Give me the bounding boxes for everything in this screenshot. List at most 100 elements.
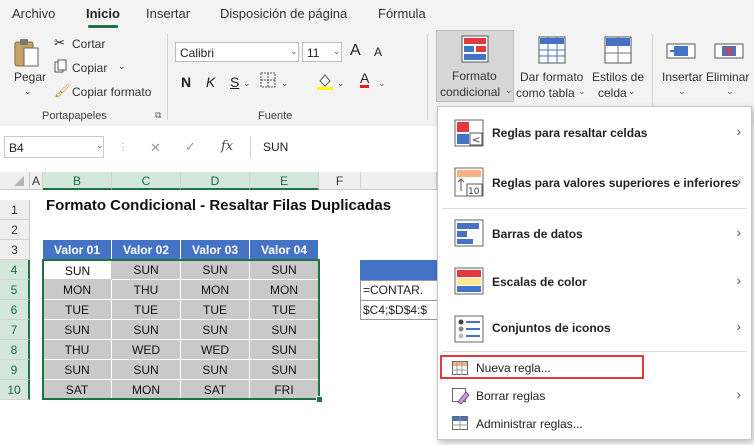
chevron-down-icon[interactable]: ⌄ [337,78,345,89]
menu-item-data-bars[interactable]: Barras de datos › [438,209,751,257]
tab-formula[interactable]: Fórmula [378,6,426,21]
name-box[interactable]: B4 [4,136,104,158]
chevron-down-icon[interactable]: ⌄ [378,78,386,89]
tab-disposicion[interactable]: Disposición de página [220,6,347,21]
column-header[interactable] [361,172,437,190]
chevron-down-icon[interactable]: ⌄ [333,46,341,57]
column-header[interactable]: A [30,172,43,190]
insert-cells-button[interactable]: Insertar [662,70,703,84]
grow-font-icon[interactable]: A [350,42,361,60]
chevron-down-icon[interactable]: ⌄ [290,46,298,57]
column-header[interactable]: F [319,172,361,190]
splitter-dots-icon[interactable]: ⋮ [118,142,128,153]
clear-rules-icon [452,388,470,407]
menu-item-label: Barras de datos [492,227,583,241]
menu-item-label: Administrar reglas... [476,417,583,431]
row-header[interactable]: 2 [0,220,30,240]
chevron-right-icon: › [736,224,741,240]
top-bottom-icon: 10 [454,167,484,200]
dialog-launcher-icon[interactable]: ⧉ [155,110,161,121]
chevron-down-icon[interactable]: ⌄ [96,140,104,151]
insert-cells-icon[interactable] [666,38,696,67]
conditional-format-button[interactable]: Formato condicional ⌄ [436,30,514,102]
paste-icon[interactable] [12,36,42,72]
chevron-down-icon[interactable]: ⌄ [243,78,251,89]
selection-range [42,259,320,400]
scissors-icon[interactable]: ✂ [54,35,65,51]
menu-item-clear-rules[interactable]: Borrar reglas › [438,383,751,409]
paste-button[interactable]: Pegar [14,70,46,84]
menu-item-color-scales[interactable]: Escalas de color › [438,257,751,305]
table-header-cell[interactable]: Valor 02 [112,240,181,260]
table-format-label-2[interactable]: como tabla [516,86,575,100]
table-format-label-1[interactable]: Dar formato [520,70,583,84]
table-header-cell[interactable]: Valor 03 [181,240,250,260]
name-box-value: B4 [9,141,24,155]
fill-color-icon[interactable] [316,72,334,93]
column-header[interactable]: C [112,172,181,190]
bold-button[interactable]: N [181,74,191,90]
tab-inicio[interactable]: Inicio [86,6,120,21]
menu-item-new-rule[interactable]: Nueva regla... [438,355,751,381]
chevron-down-icon[interactable]: ⌄ [578,86,586,97]
table-header-cell[interactable]: Valor 01 [43,240,112,260]
menu-item-label: Reglas para valores superiores e inferio… [492,176,739,190]
conditional-format-label-2: condicional [440,85,501,99]
cell-styles-label-1[interactable]: Estilos de [592,70,644,84]
cancel-icon[interactable]: ✕ [150,140,161,156]
chevron-down-icon[interactable]: ⌄ [628,86,636,97]
shrink-font-icon[interactable]: A [374,45,382,59]
tab-insertar[interactable]: Insertar [146,6,190,21]
font-color-button[interactable]: A [360,71,370,88]
row-header[interactable]: 8 [0,340,30,360]
formula-input[interactable]: SUN [250,136,431,158]
row-header[interactable]: 9 [0,360,30,380]
copy-icon[interactable] [54,59,68,76]
menu-item-top-bottom-rules[interactable]: 10 Reglas para valores superiores e infe… [438,157,751,207]
format-painter-button[interactable]: Copiar formato [72,85,151,99]
row-header[interactable]: 1 [0,200,30,220]
cell-styles-label-2[interactable]: celda [598,86,627,100]
chevron-down-icon[interactable]: ⌄ [24,86,32,97]
data-bars-icon [454,219,484,250]
helper-cell[interactable]: $C4;$D$4:$ [360,300,438,320]
fill-handle[interactable] [316,396,323,403]
cell-styles-icon[interactable] [604,36,632,67]
delete-cells-icon[interactable] [714,38,744,67]
enter-check-icon[interactable]: ✓ [185,139,196,155]
cut-button[interactable]: Cortar [72,37,105,51]
font-name-combo[interactable]: Calibri [175,42,299,62]
delete-cells-button[interactable]: Eliminar [706,70,749,84]
menu-item-highlight-cells-rules[interactable]: < Reglas para resaltar celdas › [438,107,751,157]
row-header[interactable]: 3 [0,240,30,260]
row-header[interactable]: 4 [0,260,30,280]
row-header[interactable]: 5 [0,280,30,300]
format-painter-icon[interactable]: 🖌 [54,83,71,99]
menu-item-manage-rules[interactable]: Administrar reglas... [438,411,751,437]
table-format-icon[interactable] [538,36,566,67]
row-header[interactable]: 10 [0,380,30,400]
underline-button[interactable]: S [230,74,239,90]
menu-item-icon-sets[interactable]: Conjuntos de iconos › [438,305,751,351]
italic-button[interactable]: K [206,74,215,90]
insert-function-button[interactable]: fx [221,139,233,154]
chevron-down-icon[interactable]: ⌄ [118,61,126,72]
helper-cell[interactable]: =CONTAR. [360,280,438,300]
chevron-down-icon[interactable]: ⌄ [281,78,289,89]
column-header[interactable]: B [43,172,112,190]
conditional-format-label-1: Formato [452,69,497,83]
table-header-cell[interactable]: Valor 04 [250,240,319,260]
helper-header-cell[interactable] [360,260,438,280]
chevron-down-icon: ⌄ [505,85,513,95]
select-all-corner[interactable] [0,172,30,190]
column-header[interactable]: E [250,172,319,190]
copy-button[interactable]: Copiar [72,61,107,75]
chevron-down-icon[interactable]: ⌄ [726,86,734,97]
borders-icon[interactable] [260,72,276,91]
column-header[interactable]: D [181,172,250,190]
row-header[interactable]: 6 [0,300,30,320]
chevron-right-icon: › [736,173,741,189]
tab-archivo[interactable]: Archivo [12,6,55,21]
row-header[interactable]: 7 [0,320,30,340]
chevron-down-icon[interactable]: ⌄ [678,86,686,97]
